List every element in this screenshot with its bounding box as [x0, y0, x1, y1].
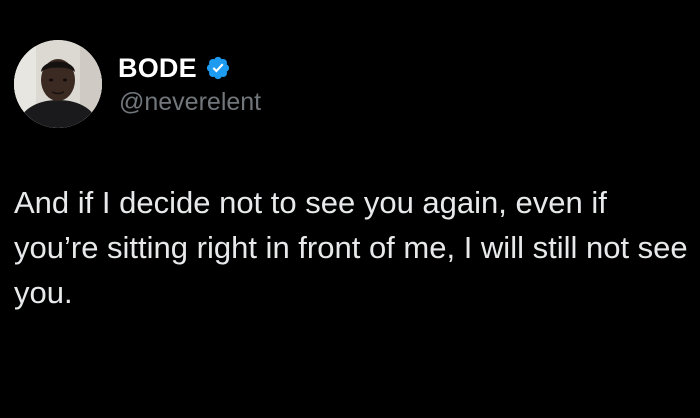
author-name-row: BODE: [118, 52, 231, 84]
author-display-name[interactable]: BODE: [118, 53, 197, 84]
avatar-photo: [14, 40, 102, 128]
tweet-card: BODE @neverelent And if I decide not to …: [0, 0, 700, 418]
avatar[interactable]: [14, 40, 102, 128]
tweet-text: And if I decide not to see you again, ev…: [14, 185, 688, 310]
verified-badge-icon: [206, 56, 229, 80]
author-handle[interactable]: @neverelent: [119, 88, 261, 117]
